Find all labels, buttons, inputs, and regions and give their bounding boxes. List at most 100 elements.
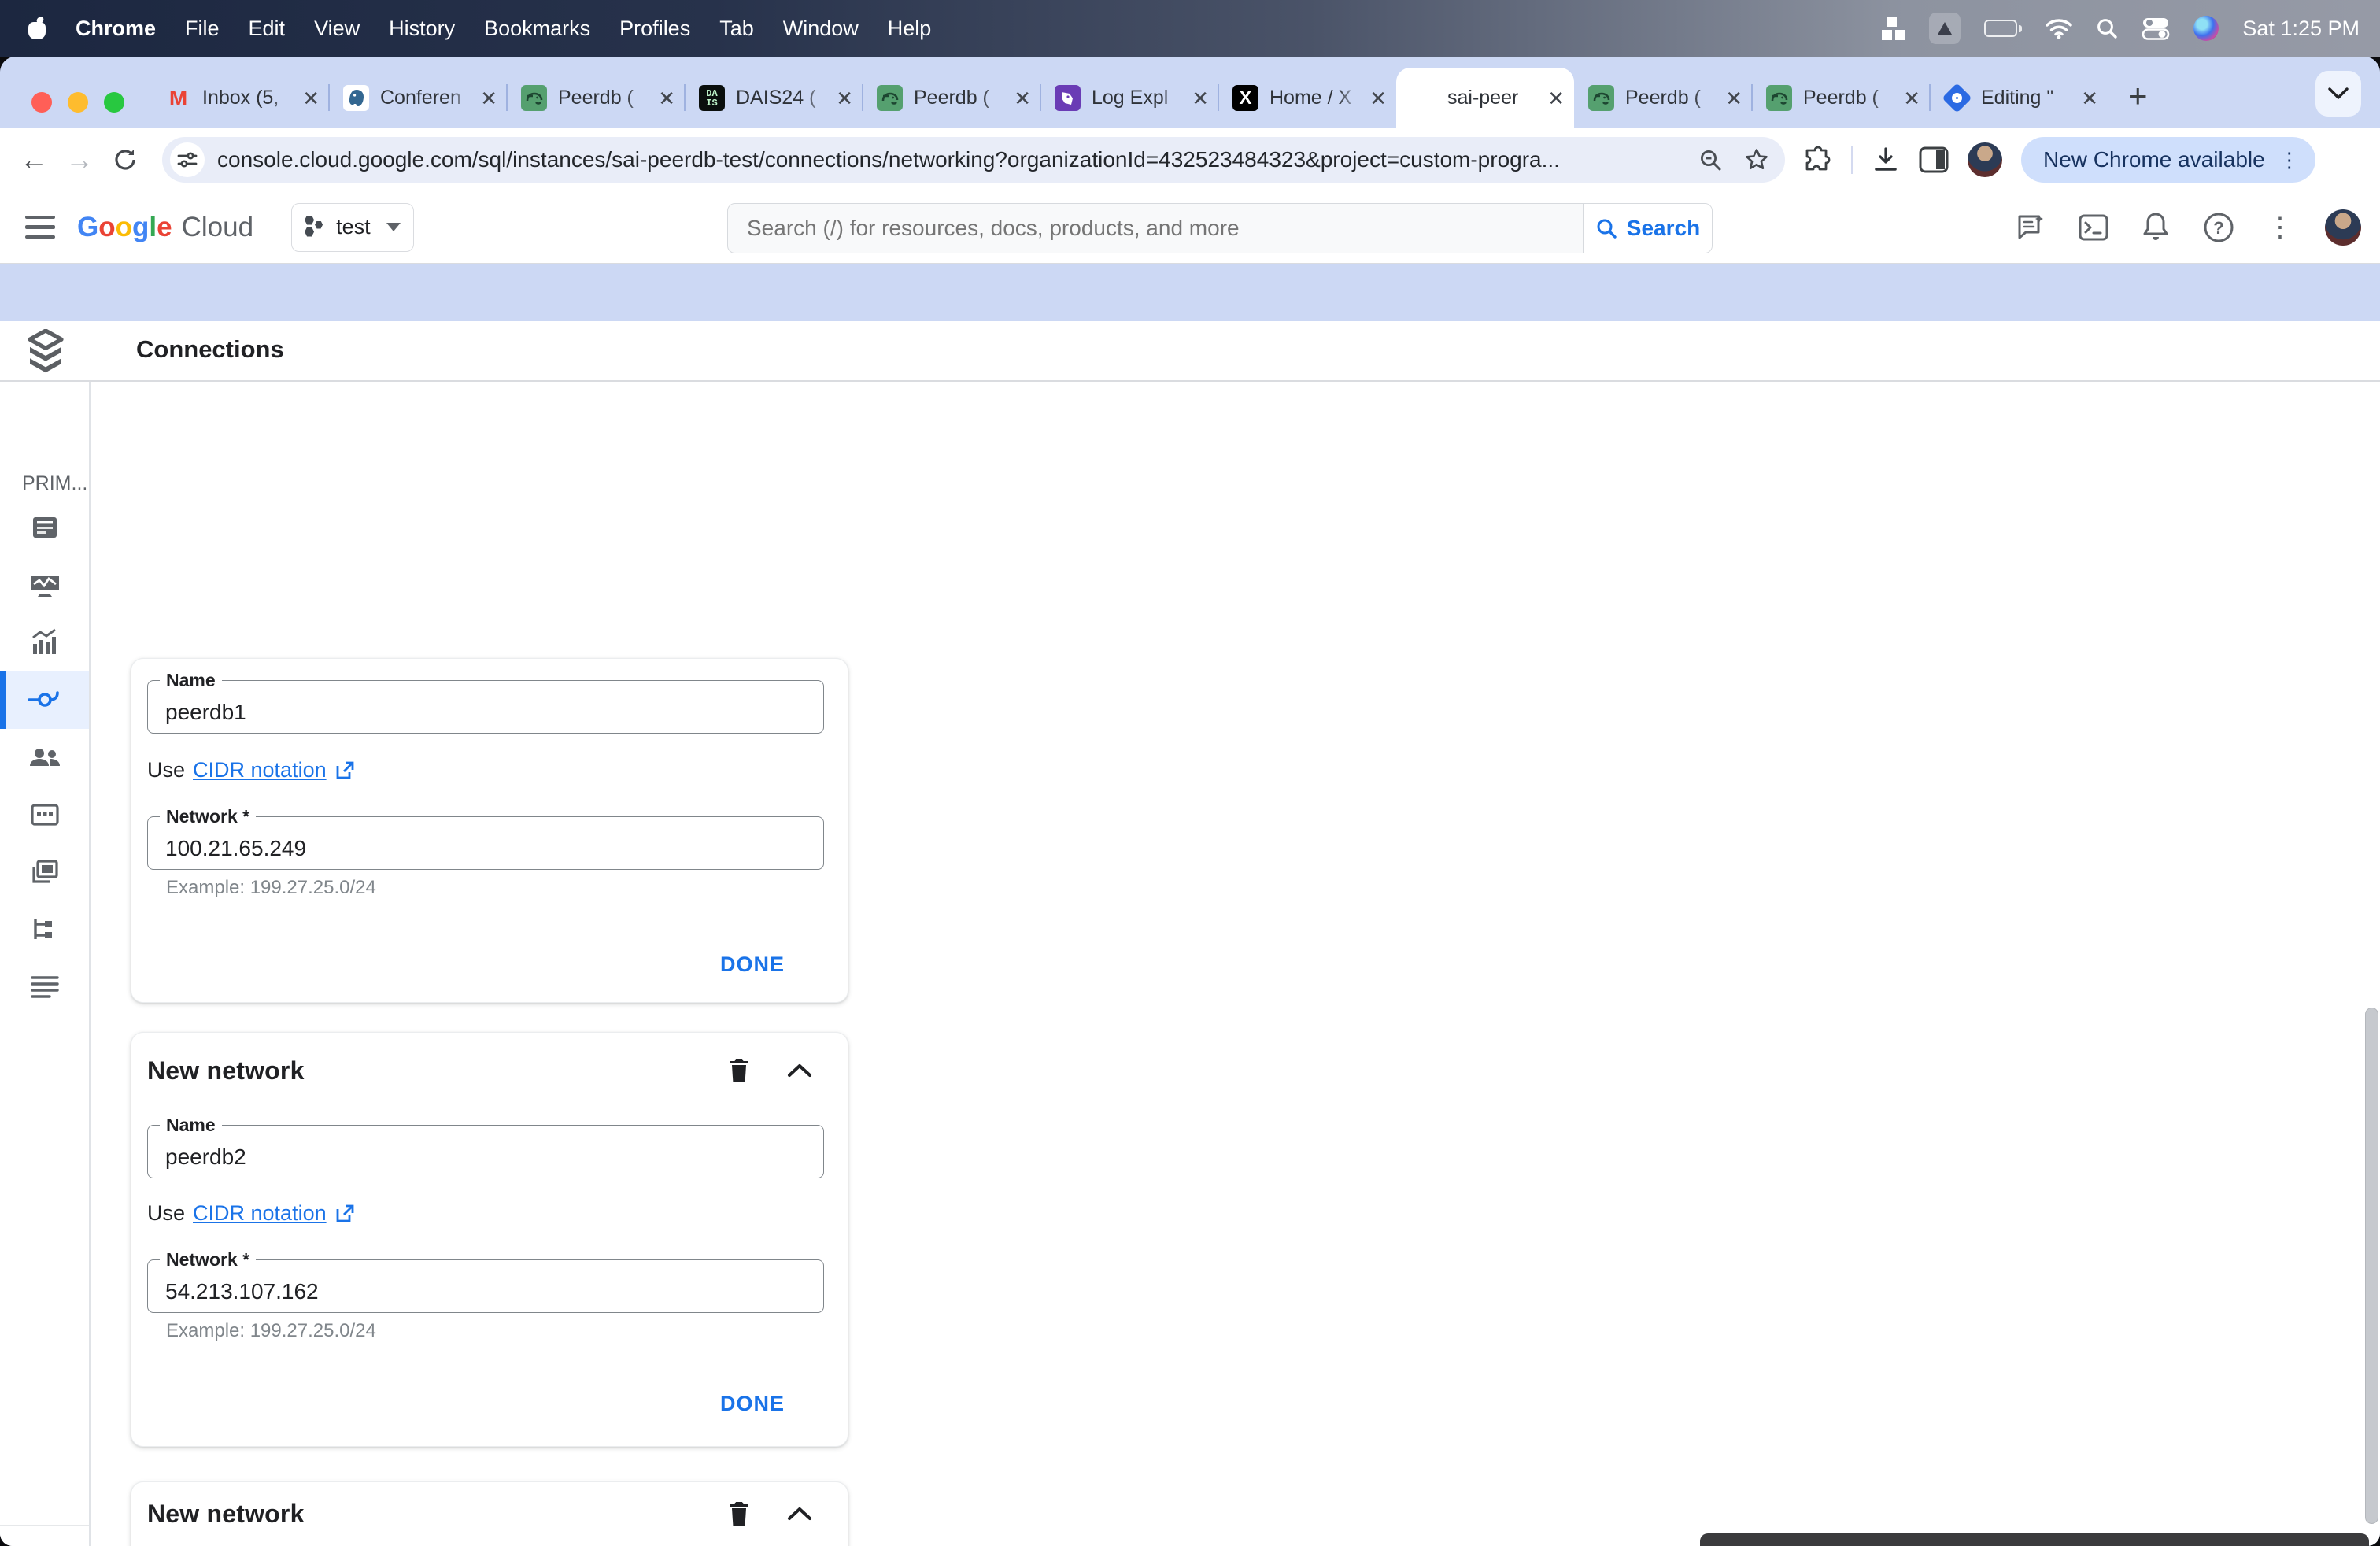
collapse-card-icon[interactable]	[786, 1505, 813, 1522]
menu-item-view[interactable]: View	[314, 17, 360, 41]
browser-tab-4[interactable]: DA IS DAIS24 ( ✕	[684, 68, 863, 128]
gcp-search-bar[interactable]: Search	[727, 203, 1713, 253]
close-window-button[interactable]	[31, 92, 52, 113]
new-tab-button[interactable]: +	[2128, 77, 2148, 115]
forward-button[interactable]: →	[57, 143, 102, 176]
project-selector[interactable]: test	[291, 202, 415, 252]
browser-tab-8[interactable]: sai-peer ✕	[1396, 68, 1574, 128]
browser-menu-icon[interactable]: ⋮	[2279, 148, 2300, 172]
browser-profile-avatar[interactable]	[1968, 142, 2002, 177]
tab-close-icon[interactable]: ✕	[302, 88, 320, 109]
connections-icon	[27, 687, 62, 712]
tab-close-icon[interactable]: ✕	[658, 88, 675, 109]
tab-close-icon[interactable]: ✕	[1903, 88, 1920, 109]
menu-item-window[interactable]: Window	[783, 17, 859, 41]
delete-network-icon[interactable]	[726, 1056, 752, 1085]
gcp-header: Google Cloud test Search ? ⋮	[0, 191, 2380, 264]
zoom-window-button[interactable]	[104, 92, 124, 113]
sidebar-item-release-notes[interactable]	[0, 1539, 89, 1546]
side-panel-icon[interactable]	[1919, 146, 1949, 173]
delete-network-icon[interactable]	[726, 1500, 752, 1528]
browser-tab-9[interactable]: Peerdb ( ✕	[1574, 68, 1752, 128]
vertical-scrollbar[interactable]	[2365, 1008, 2378, 1524]
back-button[interactable]: ←	[11, 143, 57, 176]
more-options-icon[interactable]: ⋮	[2267, 212, 2293, 243]
notifications-bell-icon[interactable]	[2141, 211, 2171, 244]
menu-item-chrome[interactable]: Chrome	[76, 17, 156, 41]
tab-close-icon[interactable]: ✕	[1014, 88, 1031, 109]
app-grid-menu-icon[interactable]	[1882, 17, 1906, 40]
menu-item-tab[interactable]: Tab	[719, 17, 754, 41]
cloud-sql-logo-icon	[27, 329, 65, 373]
browser-tab-10[interactable]: Peerdb ( ✕	[1751, 68, 1930, 128]
tab-close-icon[interactable]: ✕	[1725, 88, 1743, 109]
tab-close-icon[interactable]: ✕	[1369, 88, 1387, 109]
spotlight-search-icon[interactable]	[2096, 17, 2118, 39]
extensions-icon[interactable]	[1804, 146, 1832, 174]
browser-tab-3[interactable]: Peerdb ( ✕	[506, 68, 685, 128]
siri-icon[interactable]	[2193, 16, 2219, 41]
done-button[interactable]: DONE	[709, 1384, 796, 1424]
tab-close-icon[interactable]: ✕	[836, 88, 853, 109]
sidebar-item-overview[interactable]	[0, 498, 89, 557]
gcp-search-button[interactable]: Search	[1583, 204, 1712, 253]
browser-tab-6[interactable]: Log Expl ✕	[1040, 68, 1218, 128]
browser-tab-2[interactable]: Conferen ✕	[328, 68, 507, 128]
window-traffic-lights[interactable]	[31, 92, 124, 113]
sidebar-item-operations[interactable]	[0, 958, 89, 1016]
address-bar[interactable]: console.cloud.google.com/sql/instances/s…	[162, 137, 1785, 183]
sidebar-item-system-insights[interactable]	[0, 556, 89, 614]
tab-close-icon[interactable]: ✕	[480, 88, 497, 109]
zoom-out-icon[interactable]	[1698, 148, 1722, 172]
network-name-input[interactable]	[147, 1125, 824, 1178]
tab-close-icon[interactable]: ✕	[1192, 88, 1209, 109]
nav-menu-icon[interactable]	[25, 215, 55, 239]
feedback-icon[interactable]	[2015, 212, 2046, 243]
sidebar-item-backups[interactable]	[0, 843, 89, 901]
external-link-icon[interactable]	[334, 760, 355, 781]
control-center-icon[interactable]	[2142, 17, 2170, 40]
bookmark-star-icon[interactable]	[1744, 147, 1769, 172]
url-text[interactable]: console.cloud.google.com/sql/instances/s…	[217, 147, 1687, 172]
external-link-icon[interactable]	[334, 1204, 355, 1224]
menu-item-help[interactable]: Help	[888, 17, 932, 41]
menu-item-bookmarks[interactable]: Bookmarks	[484, 17, 590, 41]
cloud-shell-icon[interactable]	[2078, 212, 2109, 243]
tab-title: Log Expl	[1092, 87, 1169, 109]
network-name-input[interactable]	[147, 680, 824, 734]
collapse-card-icon[interactable]	[786, 1062, 813, 1079]
cidr-notation-link[interactable]: CIDR notation	[193, 758, 327, 782]
cidr-notation-link[interactable]: CIDR notation	[193, 1201, 327, 1226]
browser-tab-1[interactable]: M Inbox (5, ✕	[151, 68, 329, 128]
menu-item-file[interactable]: File	[185, 17, 220, 41]
sidebar-item-connections[interactable]	[0, 671, 89, 729]
gcp-search-input[interactable]	[728, 204, 1583, 253]
browser-tab-11[interactable]: Editing " ✕	[1929, 68, 2108, 128]
menu-item-history[interactable]: History	[389, 17, 455, 41]
tab-close-icon[interactable]: ✕	[1547, 88, 1565, 109]
sidebar-item-query-insights[interactable]	[0, 613, 89, 671]
battery-icon[interactable]	[1984, 20, 2023, 37]
minimize-window-button[interactable]	[68, 92, 88, 113]
site-settings-icon[interactable]	[170, 142, 205, 177]
browser-tab-5[interactable]: Peerdb ( ✕	[862, 68, 1040, 128]
reload-button[interactable]	[102, 146, 148, 173]
google-cloud-logo[interactable]: Google Cloud	[77, 212, 253, 243]
browser-tab-7[interactable]: X Home / X ✕	[1218, 68, 1396, 128]
tab-close-icon[interactable]: ✕	[2081, 88, 2098, 109]
help-icon[interactable]: ?	[2202, 211, 2235, 244]
status-app-icon[interactable]	[1929, 13, 1961, 44]
menu-item-profiles[interactable]: Profiles	[619, 17, 690, 41]
apple-menu-icon[interactable]	[27, 15, 47, 40]
wifi-icon[interactable]	[2046, 17, 2073, 39]
downloads-icon[interactable]	[1872, 146, 1900, 174]
menu-bar-clock[interactable]: Sat 1:25 PM	[2242, 17, 2360, 41]
gcp-account-avatar[interactable]	[2325, 209, 2361, 246]
sidebar-item-replicas[interactable]	[0, 901, 89, 959]
sidebar-item-users[interactable]	[0, 728, 89, 786]
done-button[interactable]: DONE	[709, 945, 796, 985]
menu-item-edit[interactable]: Edit	[249, 17, 286, 41]
tab-search-button[interactable]	[2315, 71, 2361, 117]
chrome-update-button[interactable]: New Chrome available ⋮	[2021, 137, 2315, 183]
sidebar-item-databases[interactable]	[0, 786, 89, 844]
